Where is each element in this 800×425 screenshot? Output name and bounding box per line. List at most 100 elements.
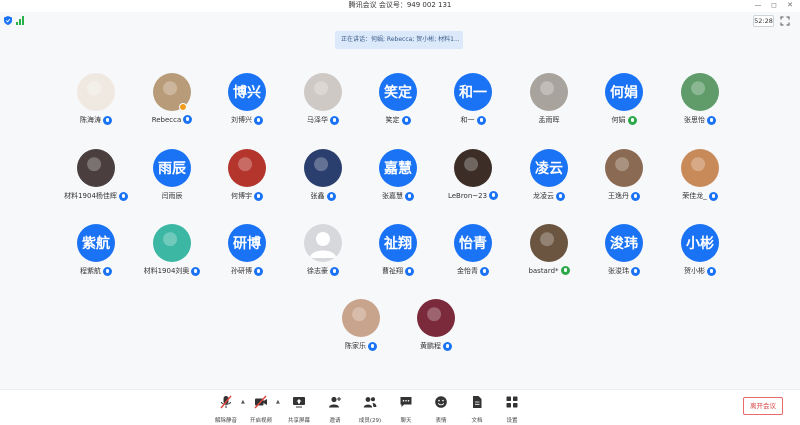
participant-avatar-photo — [454, 149, 492, 187]
participant-tile[interactable]: 马泽华 — [284, 73, 362, 131]
participant-avatar-initials: 笑定 — [379, 73, 417, 111]
participant-name-row: 荣佳龙_ — [661, 191, 739, 201]
mic-icon — [254, 266, 263, 276]
mic-icon — [118, 191, 128, 201]
participant-tile[interactable]: 王逸丹 — [585, 149, 663, 207]
participant-tile[interactable]: 徐志豪 — [284, 224, 362, 282]
participant-tile[interactable]: 笑定 笑定 — [359, 73, 437, 131]
participant-avatar-initials: 博兴 — [228, 73, 266, 111]
participant-tile[interactable]: 材料1904刘奥 — [133, 224, 211, 282]
participant-avatar-photo — [681, 149, 719, 187]
participant-name: 荣佳龙_ — [682, 192, 707, 200]
mic-icon — [401, 115, 411, 125]
participant-tile[interactable]: 材料1904杨佳辉 — [57, 149, 135, 207]
mic-icon — [476, 115, 486, 125]
share-screen-button[interactable]: 共享屏幕 — [283, 394, 315, 424]
participant-tile[interactable]: 陈家乐 — [322, 299, 400, 357]
chat-button[interactable]: 聊天 — [390, 394, 422, 424]
participant-name-row: 和一 — [434, 115, 512, 125]
participant-tile[interactable]: 研博 孙研博 — [208, 224, 286, 282]
participant-avatar-initials: 祉翔 — [379, 224, 417, 262]
participant-tile[interactable]: 浚玮 张浚玮 — [585, 224, 663, 282]
participant-name: 程紫航 — [80, 267, 101, 275]
participant-name: 黄鹏程 — [420, 342, 441, 350]
participant-tile[interactable]: 陈海涛 — [57, 73, 135, 131]
participant-avatar-photo — [681, 73, 719, 111]
participant-name: 何娟 — [611, 116, 626, 124]
share-screen-label: 共享屏幕 — [287, 418, 310, 424]
participant-name: bastard* — [528, 266, 559, 275]
participant-tile[interactable]: bastard* — [510, 224, 588, 282]
mic-speaking-icon — [627, 115, 637, 125]
participant-tile[interactable]: Rebecca — [133, 73, 211, 131]
participant-name-row: 陈海涛 — [57, 115, 135, 125]
mic-icon — [707, 266, 716, 276]
participant-tile[interactable]: 张鑫 — [284, 149, 362, 207]
participant-avatar-initials: 和一 — [454, 73, 492, 111]
participant-tile[interactable]: 孟雨晖 — [510, 73, 588, 131]
participant-tile[interactable]: 雨辰 闫雨辰 — [133, 149, 211, 207]
participant-name: 孟雨晖 — [538, 116, 560, 124]
participant-tile[interactable]: 祉翔 曹祉翔 — [359, 224, 437, 282]
host-badge-icon — [179, 103, 187, 111]
reactions-label: 表情 — [435, 418, 447, 424]
smiley-icon — [435, 396, 447, 408]
invite-label: 邀请 — [329, 418, 341, 424]
document-icon — [473, 396, 482, 408]
participant-tile[interactable]: 张思怡 — [661, 73, 739, 131]
participant-tile[interactable]: 嘉慧 张嘉慧 — [359, 149, 437, 207]
participant-tile[interactable]: LeBron~23 — [434, 149, 512, 207]
participant-tile[interactable]: 怡青 金怡青 — [434, 224, 512, 282]
participant-avatar-initials: 嘉慧 — [379, 149, 417, 187]
unmute-button[interactable]: 解除静音 — [210, 394, 242, 424]
participant-tile[interactable]: 和一 和一 — [434, 73, 512, 131]
participant-name: 龙凌云 — [533, 192, 554, 200]
participant-name: Rebecca — [151, 115, 182, 124]
mic-icon — [191, 266, 201, 276]
mic-icon — [254, 191, 263, 201]
participant-name-row: 金怡青 — [434, 266, 512, 276]
participant-avatar-photo — [342, 299, 380, 337]
participant-tile[interactable]: 小彬 贺小彬 — [661, 224, 739, 282]
reactions-button[interactable]: 表情 — [425, 394, 457, 424]
leave-meeting-button[interactable]: 离开会议 — [743, 397, 783, 415]
invite-button[interactable]: 邀请 — [319, 394, 351, 424]
muted-mic-icon — [220, 395, 232, 409]
video-options-caret-icon[interactable]: ▲ — [276, 399, 280, 405]
participant-name-row: Rebecca — [133, 115, 211, 124]
participant-tile[interactable]: 何博宇 — [208, 149, 286, 207]
participant-tile[interactable]: 黄鹏程 — [397, 299, 475, 357]
documents-button[interactable]: 文档 — [461, 394, 493, 424]
participant-tile[interactable]: 何娟 何娟 — [585, 73, 663, 131]
participant-avatar-photo — [77, 73, 115, 111]
participant-name-row: 贺小彬 — [661, 266, 739, 276]
participant-avatar-photo — [530, 224, 568, 262]
participant-tile[interactable]: 紫航 程紫航 — [57, 224, 135, 282]
mic-icon — [330, 115, 339, 125]
participant-grid: 陈海涛 Rebecca 博兴 刘博兴 马泽华 笑定 笑定 和一 和一 孟雨晖 何娟 何娟 张思怡 材料19… — [0, 0, 800, 380]
grid-settings-icon — [506, 396, 518, 408]
participant-avatar-initials: 何娟 — [605, 73, 643, 111]
start-video-button[interactable]: 开启视频 — [245, 394, 277, 424]
members-button[interactable]: 成员(29) — [354, 394, 386, 424]
participant-name-row: 张鑫 — [284, 191, 362, 201]
add-user-icon — [329, 396, 341, 408]
participant-name-row: 材料1904杨佳辉 — [57, 191, 135, 201]
settings-button[interactable]: 设置 — [496, 394, 528, 424]
mic-icon — [326, 191, 336, 201]
share-screen-icon — [293, 397, 305, 408]
chat-label: 聊天 — [400, 418, 412, 424]
participant-tile[interactable]: 凌云 龙凌云 — [510, 149, 588, 207]
participant-name: 何博宇 — [231, 192, 252, 200]
participant-name: 徐志豪 — [307, 267, 328, 275]
participant-name: 王逸丹 — [608, 192, 629, 200]
participant-name-row: 张思怡 — [661, 115, 739, 125]
bottom-toolbar: 解除静音 ▲ 开启视频 ▲ 共享屏幕 邀请 成员(29) 聊天 表情 文档 设置 — [0, 389, 800, 425]
participant-tile[interactable]: 博兴 刘博兴 — [208, 73, 286, 131]
participant-name: 曹祉翔 — [382, 267, 403, 275]
mic-icon — [556, 191, 565, 201]
participant-name: 陈海涛 — [80, 116, 101, 124]
participant-tile[interactable]: 荣佳龙_ — [661, 149, 739, 207]
participant-name-row: 闫雨辰 — [133, 191, 211, 201]
participant-name: 张鑫 — [310, 192, 325, 200]
